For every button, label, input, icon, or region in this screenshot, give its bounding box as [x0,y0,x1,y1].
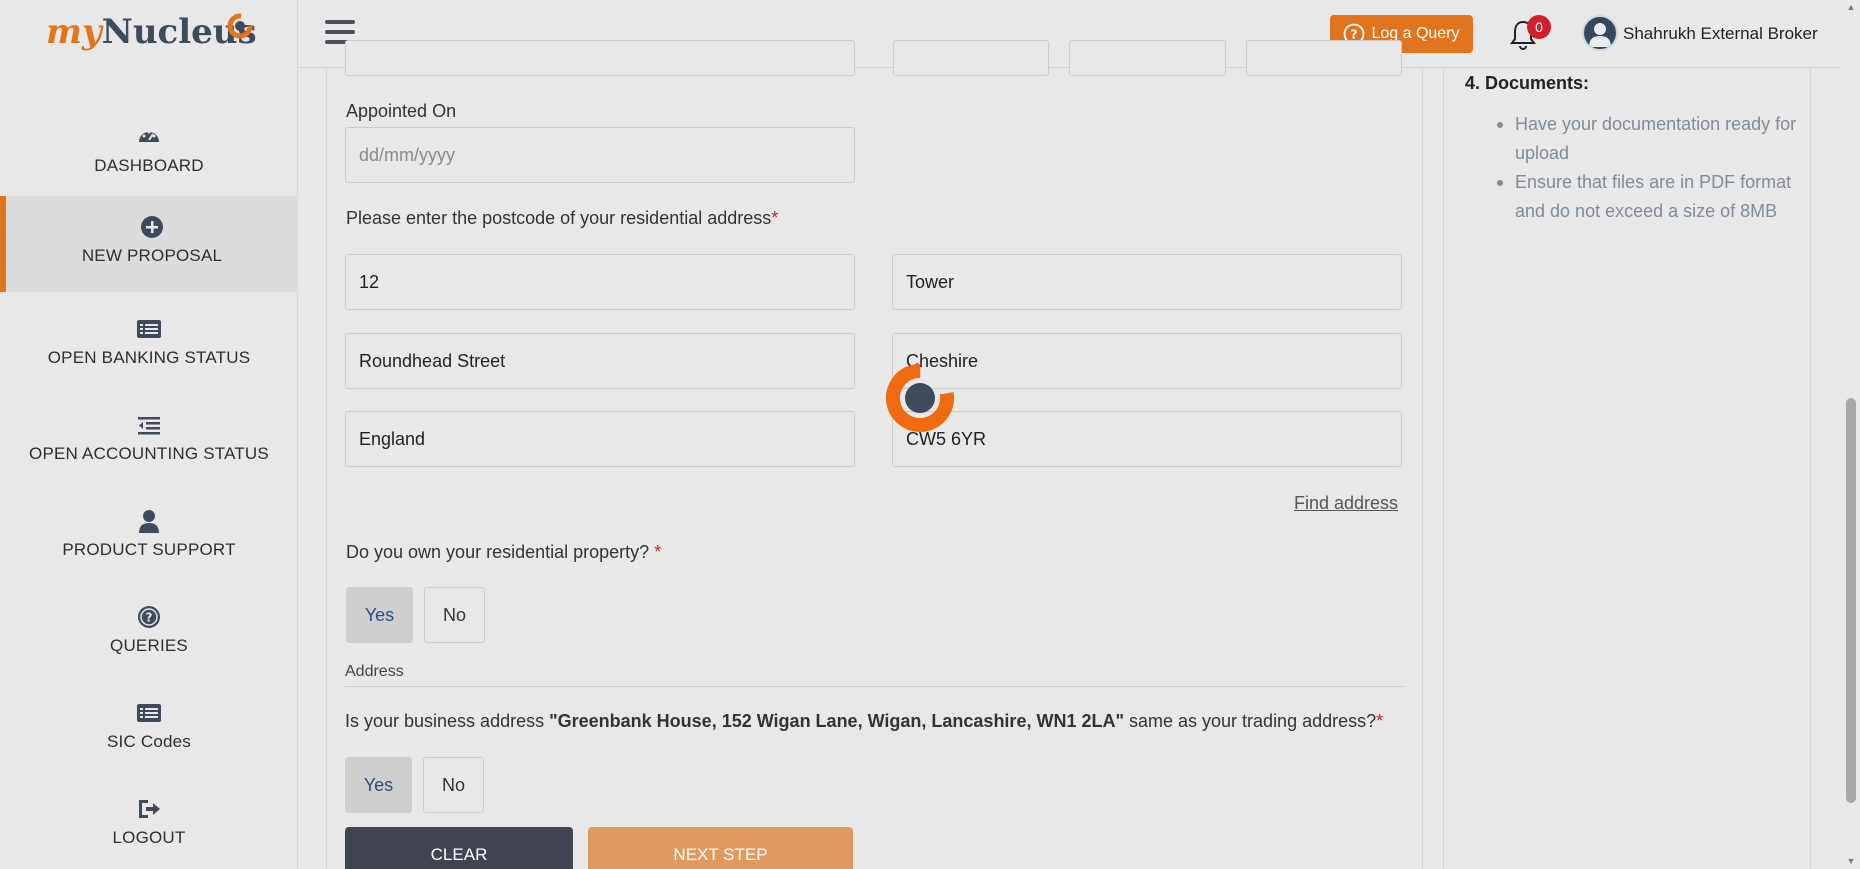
section-divider [345,686,1405,687]
sidebar-item-logout[interactable]: LOGOUT [0,778,298,869]
sidebar-item-label: DASHBOARD [94,156,204,175]
appointed-on-label: Appointed On [346,101,457,121]
list-icon [137,704,161,722]
address-line2-field[interactable]: Tower [892,254,1402,310]
sidebar-item-sic-codes[interactable]: SIC Codes [0,682,298,778]
documents-title: 4. Documents: [1465,73,1590,93]
outdent-icon [138,417,160,435]
address-line1-field[interactable]: 12 [345,254,855,310]
scrollbar-thumb[interactable] [1846,398,1856,803]
required-mark: * [1376,711,1384,731]
avatar[interactable] [1582,15,1618,51]
notification-badge: 0 [1527,15,1551,39]
user-name[interactable]: Shahrukh External Broker [1623,24,1818,44]
street-field[interactable]: Roundhead Street [345,333,855,389]
dashboard-icon [139,130,159,142]
address-section-title: Address [345,663,404,680]
sidebar-item-label: OPEN ACCOUNTING STATUS [29,444,269,463]
business-address-yes-button[interactable]: Yes [345,757,412,813]
own-property-label: Do you own your residential property? * [346,542,661,563]
prev-input-field[interactable] [893,40,1049,76]
clear-button[interactable]: CLEAR [345,827,573,869]
proposal-form-card [326,68,1423,869]
sidebar: myNucleus DASHBOARD NEW PROPOSAL OPEN BA… [0,0,298,869]
sidebar-item-label: LOGOUT [112,828,186,847]
sidebar-item-queries[interactable]: ? QUERIES [0,586,298,682]
sidebar-item-label: PRODUCT SUPPORT [62,540,236,559]
list-icon [137,320,161,338]
sidebar-item-label: OPEN BANKING STATUS [47,348,251,367]
business-address-question: Is your business address "Greenbank Hous… [345,711,1383,732]
loading-spinner-icon [886,364,954,432]
sidebar-item-product-support[interactable]: PRODUCT SUPPORT [0,490,298,586]
logo-ring-icon [227,13,253,39]
user-avatar-icon [1589,23,1611,47]
prev-input-field[interactable] [1246,40,1402,76]
sidebar-item-label: NEW PROPOSAL [81,246,223,265]
scroll-up-icon[interactable]: ▲ [1846,2,1856,12]
sidebar-item-new-proposal[interactable]: NEW PROPOSAL [0,196,298,292]
user-icon [139,510,159,533]
svg-text:?: ? [146,611,153,625]
sidebar-item-dashboard[interactable]: DASHBOARD [0,106,298,202]
logout-icon [139,800,160,818]
scroll-down-icon[interactable]: ▼ [1846,856,1856,866]
own-property-label-text: Do you own your residential property? [346,542,650,562]
question-circle-icon: ? [138,606,160,628]
business-question-prefix: Is your business address [345,711,550,731]
plus-circle-icon [141,216,163,238]
sidebar-item-open-accounting-status[interactable]: OPEN ACCOUNTING STATUS [0,394,298,490]
postcode-label: Please enter the postcode of your reside… [346,208,778,229]
required-mark: * [771,208,779,228]
sidebar-item-label: QUERIES [110,636,188,655]
prev-input-field[interactable] [345,40,855,76]
own-property-yes-button[interactable]: Yes [346,587,413,643]
logo-my-text: my [46,12,102,52]
sidebar-item-label: SIC Codes [106,732,191,751]
country-field[interactable]: England [345,411,855,467]
find-address-link[interactable]: Find address [1294,493,1398,514]
required-mark: * [654,542,662,562]
business-question-suffix: same as your trading address? [1124,711,1377,731]
county-field[interactable]: Cheshire [892,333,1402,389]
postcode-label-text: Please enter the postcode of your reside… [346,208,772,228]
postcode-field[interactable]: CW5 6YR [892,411,1402,467]
appointed-on-date-input[interactable]: dd/mm/yyyy [345,127,855,183]
list-item: Ensure that files are in PDF format and … [1497,168,1797,226]
list-item: Have your documentation ready for upload [1497,110,1797,168]
sidebar-item-open-banking-status[interactable]: OPEN BANKING STATUS [0,298,298,394]
prev-input-field[interactable] [1069,40,1226,76]
business-address-no-button[interactable]: No [423,757,484,813]
next-step-button[interactable]: NEXT STEP [588,827,853,869]
own-property-no-button[interactable]: No [424,587,485,643]
business-address-text: "Greenbank House, 152 Wigan Lane, Wigan,… [549,711,1124,731]
documents-list: Have your documentation ready for upload… [1497,110,1797,226]
